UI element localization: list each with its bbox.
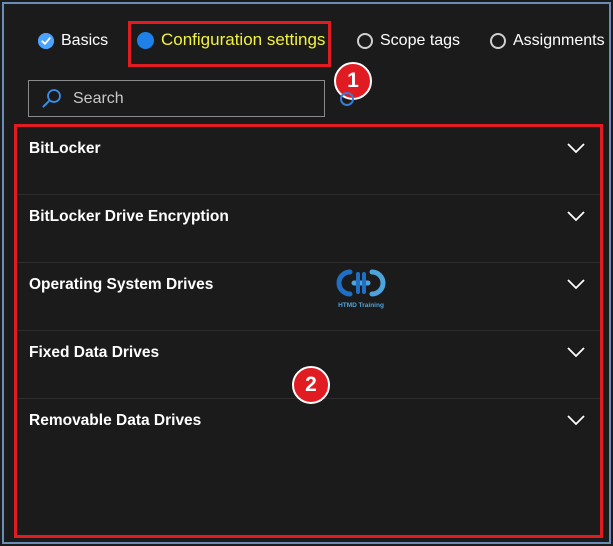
tab-basics-label: Basics [61, 32, 109, 49]
search-icon [41, 88, 63, 110]
tab-assignments-label: Assignments [513, 32, 605, 49]
callout-highlight-box [14, 124, 603, 538]
callout-badge: 2 [292, 366, 330, 404]
logo-caption: HTMD Training [338, 302, 384, 309]
info-icon [340, 92, 354, 106]
callout-highlight-box [128, 21, 331, 67]
tab-assignments[interactable]: Assignments [490, 32, 605, 50]
tab-scope-tags[interactable]: Scope tags [357, 32, 460, 50]
htmd-logo: HTMD Training [328, 264, 394, 312]
pending-step-icon [357, 33, 373, 49]
pending-step-icon [490, 33, 506, 49]
tab-scope-tags-label: Scope tags [380, 32, 461, 49]
tab-basics[interactable]: Basics [38, 32, 108, 50]
callout-badge: 1 [334, 62, 372, 100]
search-box[interactable] [28, 80, 325, 117]
htmd-logo-icon [336, 269, 386, 297]
search-input[interactable] [71, 88, 324, 109]
check-circle-icon [38, 33, 54, 49]
